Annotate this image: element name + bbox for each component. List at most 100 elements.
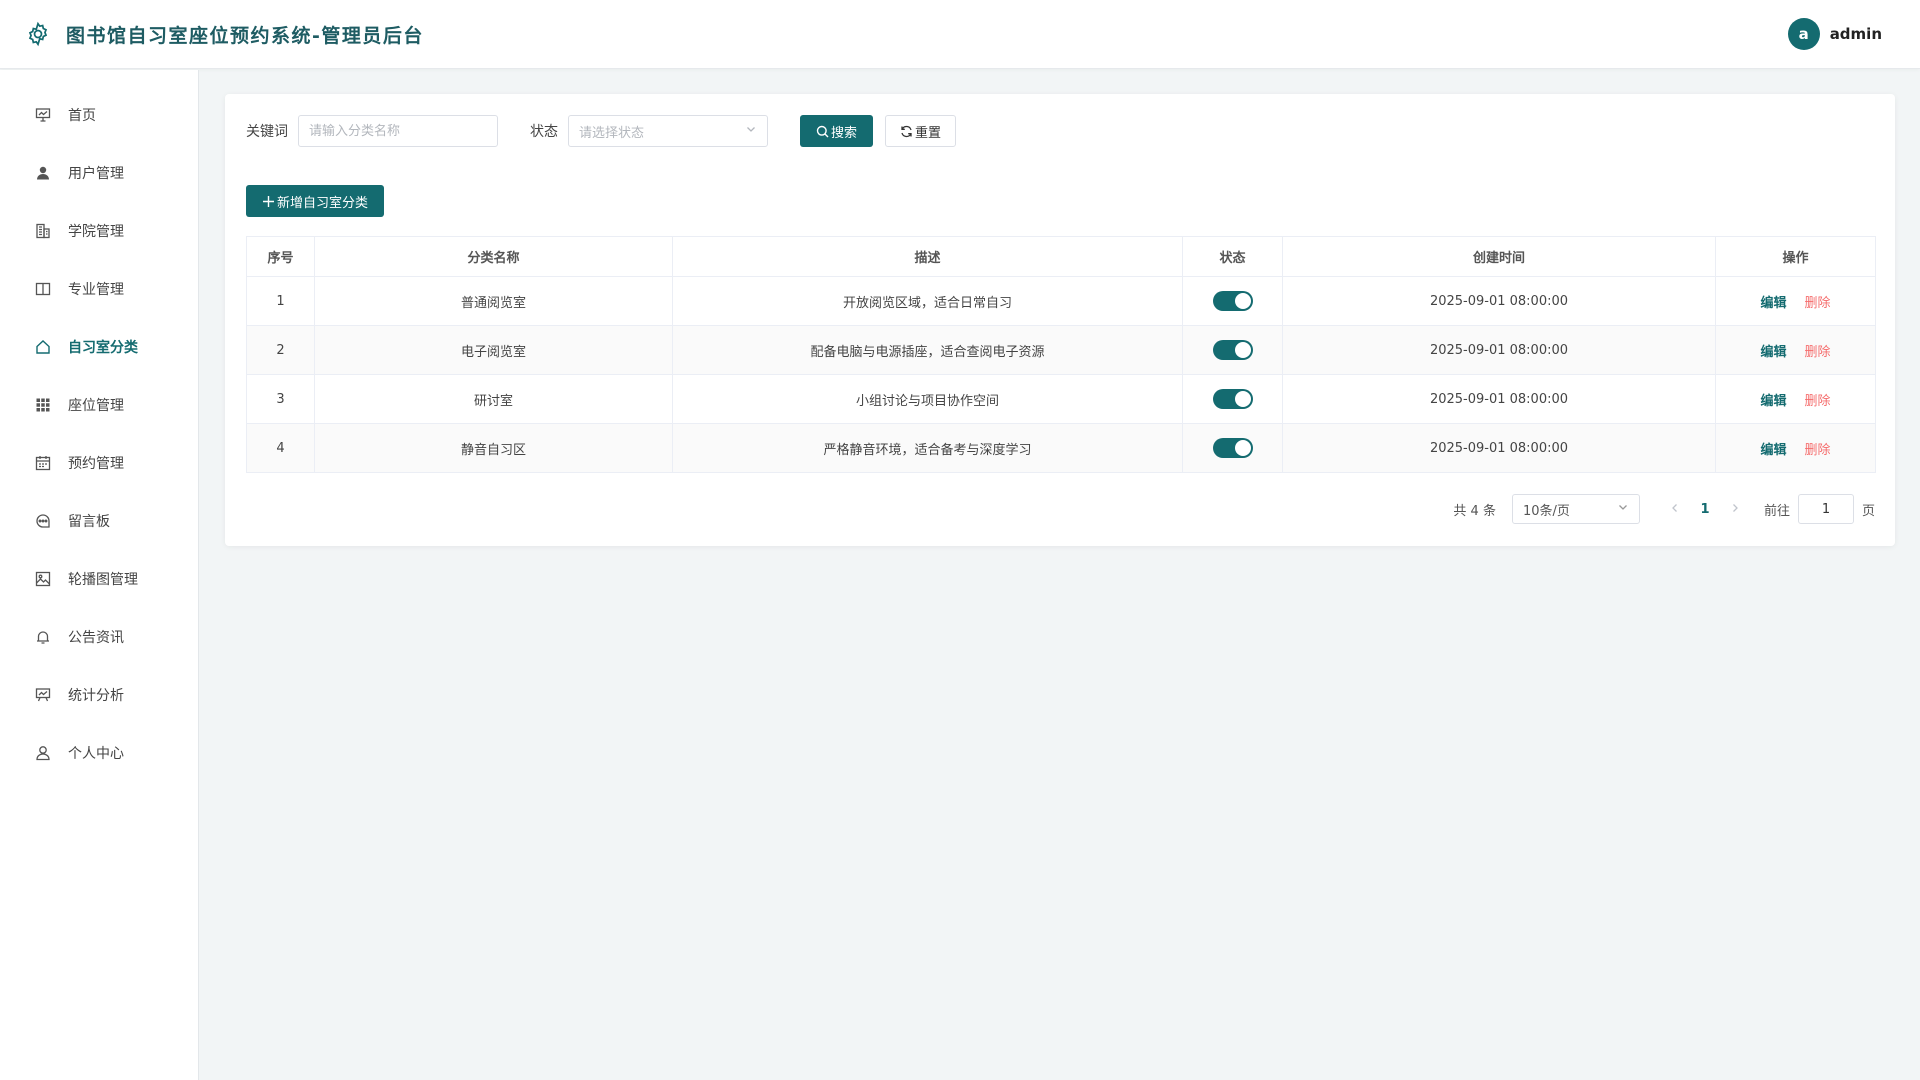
grid-icon	[34, 396, 52, 414]
avatar[interactable]: a	[1787, 18, 1820, 50]
search-button[interactable]: 搜索	[800, 115, 874, 147]
table-row: 3 研讨室 小组讨论与项目协作空间 2025-09-01 08:00:00 编辑…	[246, 374, 1876, 424]
delete-button[interactable]: 删除	[1805, 296, 1831, 311]
sidebar-item-label: 公告资讯	[68, 630, 124, 646]
cell-status	[1182, 276, 1283, 326]
person-icon	[34, 744, 52, 762]
sidebar-item-profile[interactable]: 个人中心	[0, 724, 198, 782]
image-icon	[34, 570, 52, 588]
sidebar-item-label: 首页	[68, 108, 96, 124]
delete-button[interactable]: 删除	[1805, 394, 1831, 409]
toggle-knob	[1234, 440, 1251, 456]
sidebar-item-label: 专业管理	[68, 282, 124, 298]
sidebar-item-carousel[interactable]: 轮播图管理	[0, 550, 198, 608]
column-header-index: 序号	[246, 236, 315, 277]
keyword-input[interactable]	[298, 115, 498, 147]
calendar-icon	[34, 454, 52, 472]
edit-button[interactable]: 编辑	[1760, 345, 1786, 360]
status-label: 状态	[530, 124, 558, 140]
delete-button[interactable]: 删除	[1805, 345, 1831, 360]
sidebar-item-room-categories[interactable]: 自习室分类	[0, 318, 198, 376]
sidebar-item-announcements[interactable]: 公告资讯	[0, 608, 198, 666]
toggle-knob	[1234, 293, 1251, 309]
cell-index: 1	[246, 276, 315, 326]
filter-bar: 关键词 状态 请选择状态 搜索 重置	[246, 115, 957, 147]
status-select[interactable]: 请选择状态	[568, 115, 768, 147]
column-header-name: 分类名称	[314, 236, 673, 277]
status-toggle[interactable]	[1212, 389, 1253, 409]
bell-icon	[34, 628, 52, 646]
cell-status	[1182, 325, 1283, 375]
status-toggle[interactable]	[1212, 340, 1253, 360]
sidebar-item-label: 轮播图管理	[68, 572, 138, 588]
pagination: 共 4 条 10条/页 1 前往 页	[1453, 494, 1875, 524]
sidebar-item-colleges[interactable]: 学院管理	[0, 202, 198, 260]
app-title: 图书馆自习室座位预约系统-管理员后台	[66, 24, 424, 47]
cell-name: 电子阅览室	[314, 325, 673, 375]
main-card: 关键词 状态 请选择状态 搜索 重置 新增自习室分类	[225, 94, 1895, 546]
sidebar-item-label: 个人中心	[68, 746, 124, 762]
user-icon	[34, 164, 52, 182]
goto-suffix: 页	[1861, 503, 1875, 519]
home-icon	[34, 338, 52, 356]
status-toggle[interactable]	[1212, 438, 1253, 458]
plus-icon	[262, 195, 275, 208]
sidebar-item-label: 用户管理	[68, 166, 124, 182]
sidebar-item-label: 预约管理	[68, 456, 124, 472]
cell-name: 研讨室	[314, 374, 673, 424]
column-header-status: 状态	[1182, 236, 1283, 277]
sidebar-item-majors[interactable]: 专业管理	[0, 260, 198, 318]
prev-page-button[interactable]	[1660, 501, 1690, 517]
cell-actions: 编辑 删除	[1715, 423, 1876, 473]
sidebar-item-users[interactable]: 用户管理	[0, 144, 198, 202]
chevron-down-icon	[745, 123, 757, 139]
chat-icon	[34, 512, 52, 530]
add-button-label: 新增自习室分类	[277, 195, 369, 211]
sidebar-item-statistics[interactable]: 统计分析	[0, 666, 198, 724]
reset-button-label: 重置	[915, 125, 942, 141]
table-row: 2 电子阅览室 配备电脑与电源插座，适合查阅电子资源 2025-09-01 08…	[246, 325, 1876, 375]
page-number[interactable]: 1	[1690, 502, 1720, 517]
chart-board-icon	[34, 686, 52, 704]
goto-page-input[interactable]	[1797, 494, 1854, 524]
chevron-down-icon	[1617, 501, 1629, 517]
sidebar-item-reservations[interactable]: 预约管理	[0, 434, 198, 492]
column-header-created: 创建时间	[1282, 236, 1716, 277]
cell-created: 2025-09-01 08:00:00	[1282, 325, 1716, 375]
page-size-select[interactable]: 10条/页	[1511, 494, 1640, 524]
cell-name: 静音自习区	[314, 423, 673, 473]
table-row: 4 静音自习区 严格静音环境，适合备考与深度学习 2025-09-01 08:0…	[246, 423, 1876, 473]
refresh-icon	[900, 125, 913, 138]
cell-created: 2025-09-01 08:00:00	[1282, 374, 1716, 424]
sidebar-item-home[interactable]: 首页	[0, 86, 198, 144]
cell-index: 4	[246, 423, 315, 473]
sidebar-item-message-board[interactable]: 留言板	[0, 492, 198, 550]
edit-button[interactable]: 编辑	[1760, 443, 1786, 458]
cell-description: 严格静音环境，适合备考与深度学习	[672, 423, 1183, 473]
cell-name: 普通阅览室	[314, 276, 673, 326]
search-icon	[816, 125, 829, 138]
toggle-knob	[1234, 342, 1251, 358]
username[interactable]: admin	[1830, 25, 1882, 43]
cell-description: 配备电脑与电源插座，适合查阅电子资源	[672, 325, 1183, 375]
sidebar: 首页 用户管理 学院管理 专业管理 自习室分类 座位管理 预约管理 留言板 轮播…	[0, 70, 199, 1080]
edit-button[interactable]: 编辑	[1760, 296, 1786, 311]
sidebar-item-label: 留言板	[68, 514, 110, 530]
sidebar-item-label: 自习室分类	[68, 340, 138, 356]
cell-actions: 编辑 删除	[1715, 374, 1876, 424]
next-page-button[interactable]	[1720, 501, 1750, 517]
delete-button[interactable]: 删除	[1805, 443, 1831, 458]
sidebar-item-seats[interactable]: 座位管理	[0, 376, 198, 434]
reset-button[interactable]: 重置	[885, 115, 957, 147]
presentation-icon	[34, 106, 52, 124]
cell-description: 开放阅览区域，适合日常自习	[672, 276, 1183, 326]
building-icon	[34, 222, 52, 240]
user-menu[interactable]: a admin	[1787, 18, 1882, 50]
room-category-table: 序号 分类名称 描述 状态 创建时间 操作 1 普通阅览室 开放阅览区域，适合日…	[246, 236, 1876, 473]
status-toggle[interactable]	[1212, 291, 1253, 311]
add-room-category-button[interactable]: 新增自习室分类	[246, 185, 385, 217]
cell-index: 3	[246, 374, 315, 424]
edit-button[interactable]: 编辑	[1760, 394, 1786, 409]
cell-created: 2025-09-01 08:00:00	[1282, 423, 1716, 473]
toggle-knob	[1234, 391, 1251, 407]
